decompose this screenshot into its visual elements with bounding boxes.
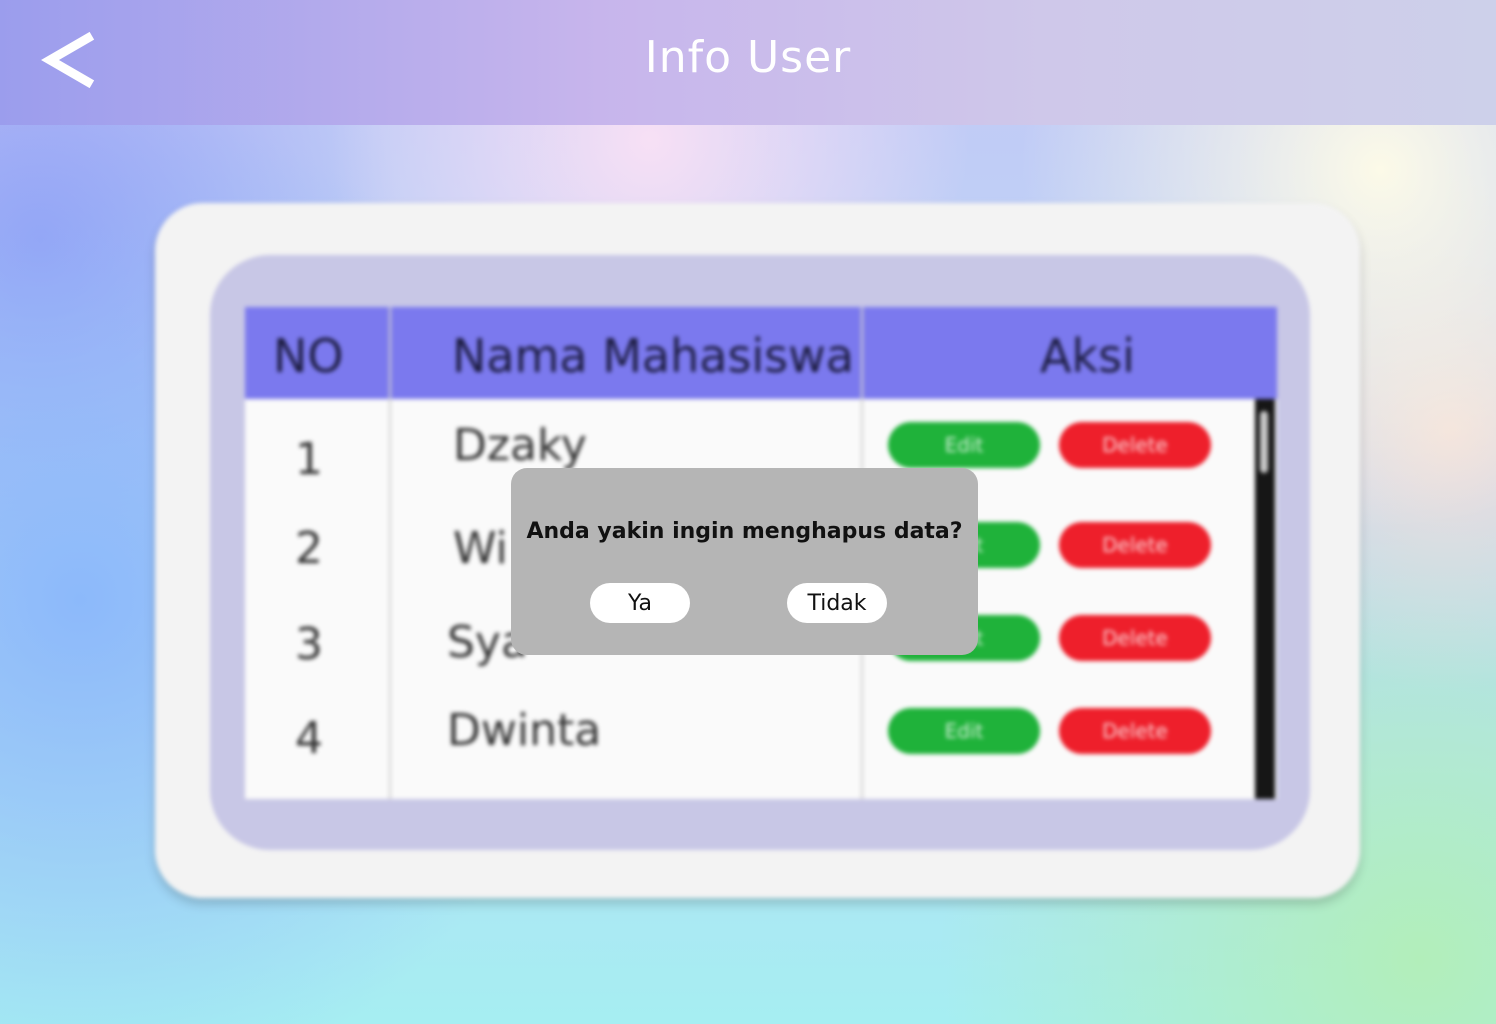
delete-button[interactable]: Delete [1059, 422, 1211, 468]
row-name: Wi [453, 523, 508, 574]
column-header-no: NO [273, 329, 344, 383]
table-header: NO Nama Mahasiswa Aksi [245, 307, 1277, 399]
edit-button[interactable]: Edit [888, 422, 1040, 468]
row-number: 1 [295, 434, 323, 485]
row-name: Dzaky [453, 420, 587, 471]
row-number: 3 [295, 619, 323, 670]
row-number: 2 [295, 523, 323, 574]
row-name: Dwinta [447, 705, 602, 756]
scrollbar-thumb[interactable] [1260, 411, 1268, 473]
column-header-aksi: Aksi [1040, 329, 1135, 383]
delete-button[interactable]: Delete [1059, 522, 1211, 568]
row-number: 4 [295, 713, 323, 764]
delete-button[interactable]: Delete [1059, 708, 1211, 754]
confirm-yes-button[interactable]: Ya [590, 583, 690, 623]
delete-button[interactable]: Delete [1059, 615, 1211, 661]
delete-confirm-dialog: Anda yakin ingin menghapus data? Ya Tida… [511, 468, 978, 655]
edit-button[interactable]: Edit [888, 708, 1040, 754]
column-header-name: Nama Mahasiswa [452, 329, 854, 383]
confirm-no-button[interactable]: Tidak [787, 583, 887, 623]
table-scrollbar[interactable] [1255, 399, 1275, 799]
column-divider [389, 307, 391, 799]
dialog-message: Anda yakin ingin menghapus data? [526, 519, 963, 544]
info-user-screen: Info User NO Nama Mahasiswa Aksi 1 Dzaky… [0, 0, 1496, 1024]
